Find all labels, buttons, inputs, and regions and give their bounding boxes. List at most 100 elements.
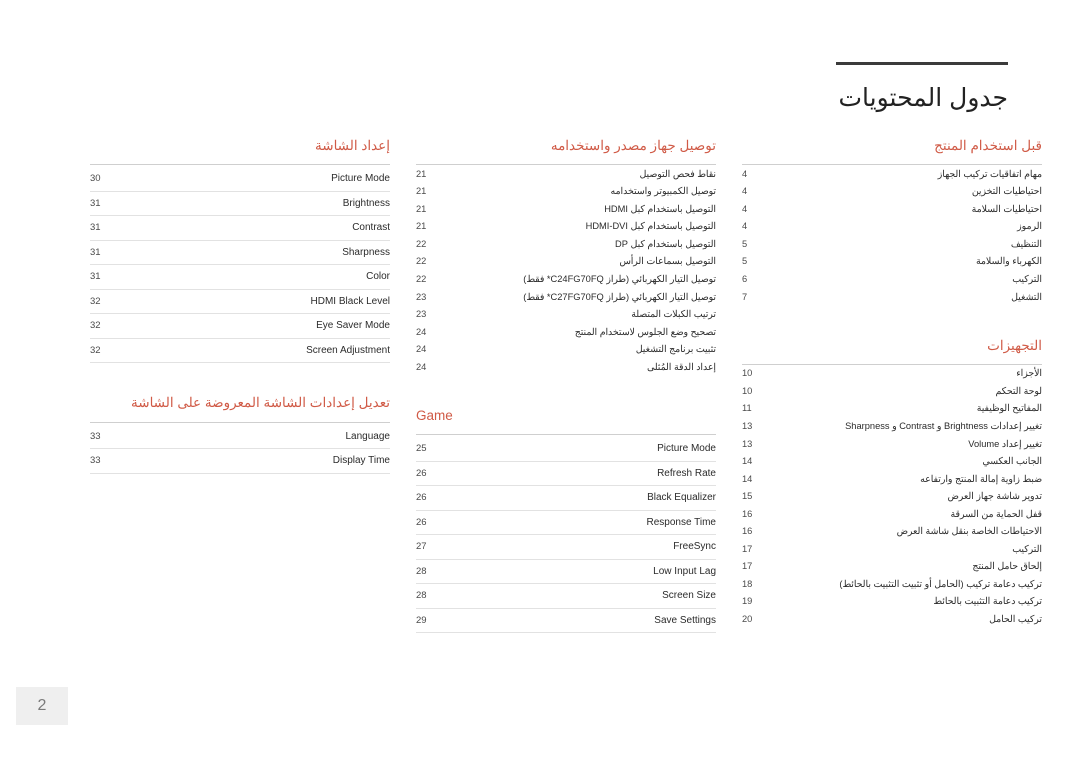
toc-entry[interactable]: 22 التوصيل باستخدام كبل DP — [416, 235, 716, 253]
toc-entry[interactable]: 28 Low Input Lag — [416, 560, 716, 585]
toc-entry-page: 13 — [742, 421, 753, 432]
toc-entry[interactable]: 29 Save Settings — [416, 609, 716, 634]
title-rule — [836, 62, 1008, 65]
toc-section: تعديل إعدادات الشاشة المعروضة على الشاشة… — [90, 393, 390, 474]
toc-entry[interactable]: 19 تركيب دعامة التثبيت بالحائط — [742, 593, 1042, 611]
toc-entry[interactable]: 13 تغيير إعداد Volume — [742, 435, 1042, 453]
toc-entry-page: 17 — [742, 561, 753, 572]
toc-entry[interactable]: 20 تركيب الحامل — [742, 611, 1042, 629]
toc-entry-label: الرموز — [1017, 221, 1042, 232]
section-heading: قبل استخدام المنتج — [742, 136, 1042, 166]
toc-entry-page: 28 — [416, 590, 427, 602]
toc-entry[interactable]: 17 إلحاق حامل المنتج — [742, 558, 1042, 576]
toc-entry-page: 26 — [416, 492, 427, 504]
toc-entry-page: 16 — [742, 508, 753, 519]
toc-entry[interactable]: 7 التشغيل — [742, 288, 1042, 306]
toc-entry[interactable]: 32 HDMI Black Level — [90, 290, 390, 315]
toc-entry[interactable]: 33 Display Time — [90, 449, 390, 474]
toc-entry[interactable]: 18 تركيب دعامة تركيب (الحامل أو تثبيت الت… — [742, 575, 1042, 593]
toc-entry-page: 18 — [742, 578, 753, 589]
toc-entry[interactable]: 33 Language — [90, 423, 390, 449]
toc-entry[interactable]: 5 التنظيف — [742, 235, 1042, 253]
toc-entry[interactable]: 31 Brightness — [90, 192, 390, 217]
toc-entry[interactable]: 4 الرموز — [742, 218, 1042, 236]
toc-entry[interactable]: 10 الأجزاء — [742, 365, 1042, 383]
page-title: جدول المحتويات — [838, 84, 1008, 112]
toc-entry-page: 5 — [742, 238, 748, 249]
toc-entry-label: تغيير إعداد Volume — [968, 438, 1042, 449]
toc-entry[interactable]: 21 التوصيل باستخدام كبل HDMI-DVI — [416, 218, 716, 236]
toc-columns: قبل استخدام المنتج 4 مهام اتفاقيات تركيب ا… — [16, 136, 1064, 634]
toc-entry[interactable]: 21 توصيل الكمبيوتر واستخدامه — [416, 183, 716, 201]
toc-entry[interactable]: 31 Contrast — [90, 216, 390, 241]
toc-entry-label: Refresh Rate — [657, 467, 716, 479]
toc-entry-page: 21 — [416, 221, 427, 232]
toc-entry[interactable]: 15 تدوير شاشة جهاز العرض — [742, 488, 1042, 506]
toc-entry[interactable]: 30 Picture Mode — [90, 165, 390, 192]
toc-entry-label: تغيير إعدادات Brightness و Contrast و Sh… — [845, 421, 1042, 432]
toc-entry-page: 4 — [742, 168, 748, 179]
toc-entry[interactable]: 31 Sharpness — [90, 241, 390, 266]
toc-entry-page: 10 — [742, 385, 753, 396]
toc-entry-page: 14 — [742, 473, 753, 484]
toc-entry[interactable]: 22 توصيل التيار الكهربائي (طراز C24FG70FQ… — [416, 271, 716, 289]
page-number-badge: 2 — [16, 687, 68, 725]
toc-entry-label: FreeSync — [673, 541, 716, 553]
toc-entry-page: 28 — [416, 565, 427, 577]
toc-entry[interactable]: 32 Screen Adjustment — [90, 339, 390, 364]
toc-entry-page: 4 — [742, 221, 748, 232]
toc-entry-page: 26 — [416, 467, 427, 479]
toc-entry[interactable]: 5 الكهرباء والسلامة — [742, 253, 1042, 271]
toc-entry[interactable]: 11 المفاتيح الوظيفية — [742, 400, 1042, 418]
toc-entry[interactable]: 16 الاحتياطات الخاصة بنقل شاشة العرض — [742, 523, 1042, 541]
toc-entry-page: 22 — [416, 256, 427, 267]
toc-section: إعداد الشاشة 30 Picture Mode 31 Brightness 31… — [90, 136, 390, 364]
toc-entry[interactable]: 14 ضبط زاوية إمالة المنتج وارتفاعه — [742, 470, 1042, 488]
toc-entry-label: تثبيت برنامج التشغيل — [635, 344, 716, 355]
toc-entry[interactable]: 21 التوصيل باستخدام كبل HDMI — [416, 200, 716, 218]
toc-entry[interactable]: 10 لوحة التحكم — [742, 382, 1042, 400]
toc-entry-page: 16 — [742, 526, 753, 537]
toc-entry[interactable]: 13 تغيير إعدادات Brightness و Contrast و … — [742, 418, 1042, 436]
toc-entry-page: 6 — [742, 274, 748, 285]
toc-entry-label: Low Input Lag — [653, 565, 716, 577]
toc-entry[interactable]: 26 Response Time — [416, 511, 716, 536]
toc-entry[interactable]: 4 احتياطيات التخزين — [742, 183, 1042, 201]
toc-entry[interactable]: 32 Eye Saver Mode — [90, 314, 390, 339]
toc-entry[interactable]: 24 إعداد الدقة المُثلى — [416, 358, 716, 376]
toc-entry[interactable]: 21 نقاط فحص التوصيل — [416, 165, 716, 183]
toc-entry-label: ضبط زاوية إمالة المنتج وارتفاعه — [920, 473, 1042, 484]
toc-entry[interactable]: 27 FreeSync — [416, 535, 716, 560]
toc-entry[interactable]: 4 احتياطيات السلامة — [742, 200, 1042, 218]
toc-entry-label: HDMI Black Level — [310, 295, 390, 307]
toc-entry-page: 21 — [416, 168, 427, 179]
toc-entry[interactable]: 23 ترتيب الكبلات المتصلة — [416, 306, 716, 324]
toc-entry[interactable]: 24 تصحيح وضع الجلوس لاستخدام المنتج — [416, 323, 716, 341]
toc-entry[interactable]: 31 Color — [90, 265, 390, 290]
toc-entry-page: 22 — [416, 238, 427, 249]
toc-entry[interactable]: 26 Black Equalizer — [416, 486, 716, 511]
toc-column: قبل استخدام المنتج 4 مهام اتفاقيات تركيب ا… — [742, 136, 1042, 633]
toc-entry-label: تصحيح وضع الجلوس لاستخدام المنتج — [574, 326, 716, 337]
toc-entry-page: 26 — [416, 516, 427, 528]
toc-column: توصيل جهاز مصدر واستخدامه 21 نقاط فحص التو… — [416, 136, 716, 634]
toc-entry[interactable]: 22 التوصيل بسماعات الرأس — [416, 253, 716, 271]
toc-section: التجهيزات 10 الأجزاء 10 لوحة التحكم 11 المفاتي… — [742, 336, 1042, 628]
toc-entry-label: ترتيب الكبلات المتصلة — [631, 309, 716, 320]
toc-entry[interactable]: 23 توصيل التيار الكهربائي (طراز C27FG70FQ… — [416, 288, 716, 306]
toc-entry[interactable]: 26 Refresh Rate — [416, 462, 716, 487]
toc-entry[interactable]: 24 تثبيت برنامج التشغيل — [416, 341, 716, 359]
toc-entry[interactable]: 28 Screen Size — [416, 584, 716, 609]
toc-entry[interactable]: 4 مهام اتفاقيات تركيب الجهاز — [742, 165, 1042, 183]
toc-entry[interactable]: 16 قفل الحماية من السرقة — [742, 505, 1042, 523]
toc-entry-label: Brightness — [342, 197, 390, 209]
toc-entry[interactable]: 17 التركيب — [742, 540, 1042, 558]
toc-entry-page: 31 — [90, 222, 101, 234]
toc-entry-page: 19 — [742, 596, 753, 607]
toc-entry-label: Contrast — [352, 222, 390, 234]
toc-entry[interactable]: 14 الجانب العكسي — [742, 453, 1042, 471]
toc-entry-label: Color — [366, 271, 390, 283]
toc-entry[interactable]: 6 التركيب — [742, 271, 1042, 289]
toc-entry[interactable]: 25 Picture Mode — [416, 435, 716, 462]
toc-entry-page: 13 — [742, 438, 753, 449]
